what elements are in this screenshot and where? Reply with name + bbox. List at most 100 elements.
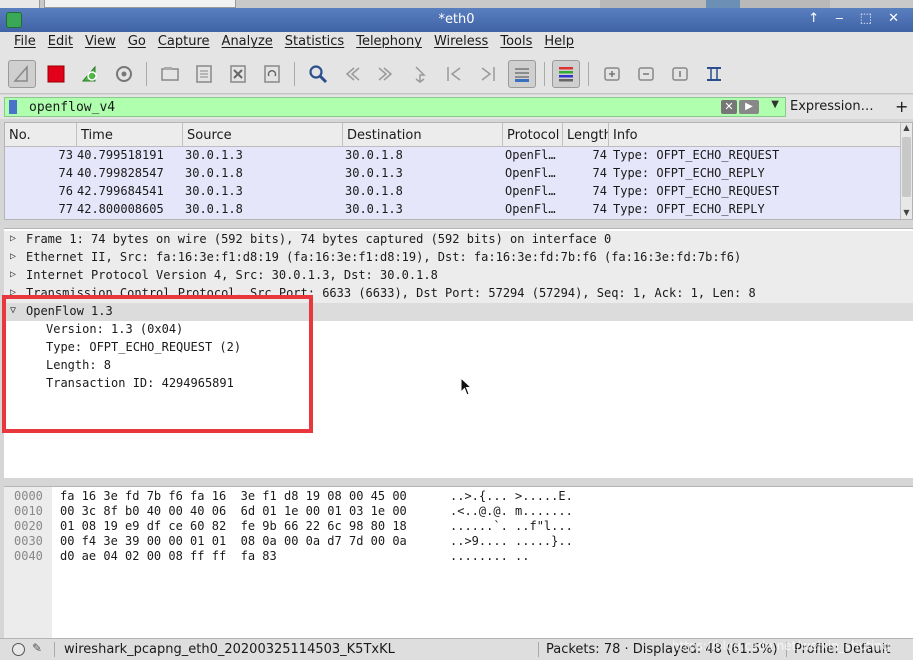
taskbar-window-1[interactable] — [0, 0, 40, 8]
window-controls[interactable]: ↑ ‒ ⬚ ✕ — [808, 11, 905, 26]
expand-arrow-icon[interactable]: ▷ — [10, 251, 16, 262]
add-filter-button[interactable]: + — [895, 97, 908, 116]
taskbar-window-2[interactable] — [44, 0, 236, 8]
menu-analyze[interactable]: Analyze — [216, 32, 279, 54]
column-no[interactable]: No. — [5, 123, 77, 147]
byte-offset: 0010 — [14, 504, 43, 518]
column-protocol[interactable]: Protocol — [503, 123, 563, 147]
restart-capture-icon[interactable] — [76, 60, 104, 88]
menu-view[interactable]: View — [79, 32, 122, 54]
bookmark-icon[interactable] — [9, 100, 17, 114]
tree-item-openflow[interactable]: ▽ OpenFlow 1.3 — [4, 303, 913, 321]
column-length[interactable]: Length — [563, 123, 609, 147]
close-file-icon[interactable] — [224, 60, 252, 88]
reload-file-icon[interactable] — [258, 60, 286, 88]
expand-arrow-icon[interactable]: ▷ — [10, 269, 16, 280]
clear-filter-icon[interactable]: ✕ — [721, 100, 737, 114]
byte-ascii[interactable]: ......`. ..f"l... — [450, 519, 573, 534]
menu-capture[interactable]: Capture — [152, 32, 216, 54]
byte-ascii[interactable]: ..>.{... >.....E. — [450, 489, 573, 504]
cell-info: Type: OFPT_ECHO_REQUEST — [613, 148, 780, 162]
byte-hex[interactable]: 00 3c 8f b0 40 00 40 06 6d 01 1e 00 01 0… — [60, 504, 407, 519]
byte-hex[interactable]: 01 08 19 e9 df ce 60 82 fe 9b 66 22 6c 9… — [60, 519, 407, 534]
apply-filter-icon[interactable]: ▶ — [739, 100, 759, 114]
normal-size-icon[interactable] — [666, 60, 694, 88]
cell-no: 77 — [58, 202, 73, 216]
field-transaction-id[interactable]: Transaction ID: 4294965891 — [46, 376, 234, 394]
colorize-icon[interactable] — [552, 60, 580, 88]
go-last-icon[interactable] — [474, 60, 502, 88]
field-length[interactable]: Length: 8 — [46, 358, 111, 376]
field-version[interactable]: Version: 1.3 (0x04) — [46, 322, 183, 340]
byte-ascii[interactable]: ........ .. — [450, 549, 529, 564]
byte-hex[interactable]: 00 f4 3e 39 00 00 01 01 08 0a 00 0a d7 7… — [60, 534, 407, 549]
table-row[interactable]: 74 40.799828547 30.0.1.8 30.0.1.3 OpenFl… — [5, 165, 902, 183]
go-to-packet-icon[interactable] — [406, 60, 434, 88]
save-file-icon[interactable] — [190, 60, 218, 88]
column-time[interactable]: Time — [77, 123, 183, 147]
tree-item-ethernet[interactable]: ▷ Ethernet II, Src: fa:16:3e:f1:d8:19 (f… — [4, 249, 913, 267]
menu-telephony[interactable]: Telephony — [350, 32, 428, 54]
capture-file-name: wireshark_pcapng_eth0_20200325114503_K5T… — [64, 642, 395, 657]
main-toolbar — [0, 54, 913, 94]
menu-edit[interactable]: Edit — [42, 32, 79, 54]
byte-hex[interactable]: d0 ae 04 02 00 08 ff ff fa 83 — [60, 549, 277, 564]
byte-ascii[interactable]: ..>9.... .....}.. — [450, 534, 573, 549]
capture-options-icon[interactable] — [110, 60, 138, 88]
taskbar-active-window[interactable] — [706, 0, 740, 8]
cell-length: 74 — [592, 148, 607, 162]
menu-statistics[interactable]: Statistics — [279, 32, 350, 54]
table-row[interactable]: 73 40.799518191 30.0.1.3 30.0.1.8 OpenFl… — [5, 147, 902, 165]
menu-file[interactable]: File — [8, 32, 42, 54]
column-destination[interactable]: Destination — [343, 123, 503, 147]
window-title: *eth0 — [438, 12, 475, 27]
resize-columns-icon[interactable] — [700, 60, 728, 88]
tree-item-tcp[interactable]: ▷ Transmission Control Protocol, Src Por… — [4, 285, 913, 303]
go-back-icon[interactable] — [338, 60, 366, 88]
go-forward-icon[interactable] — [372, 60, 400, 88]
expand-arrow-icon[interactable]: ▷ — [10, 233, 16, 244]
cell-source: 30.0.1.3 — [185, 184, 243, 198]
open-file-icon[interactable] — [156, 60, 184, 88]
table-row[interactable]: 77 42.800008605 30.0.1.8 30.0.1.3 OpenFl… — [5, 201, 902, 219]
scroll-thumb[interactable] — [902, 137, 911, 197]
field-type[interactable]: Type: OFPT_ECHO_REQUEST (2) — [46, 340, 241, 358]
cell-info: Type: OFPT_ECHO_REQUEST — [613, 184, 780, 198]
tree-item-frame[interactable]: ▷ Frame 1: 74 bytes on wire (592 bits), … — [4, 231, 913, 249]
byte-hex[interactable]: fa 16 3e fd 7b f6 fa 16 3e f1 d8 19 08 0… — [60, 489, 407, 504]
find-packet-icon[interactable] — [304, 60, 332, 88]
shark-fin-start-icon[interactable] — [8, 60, 36, 88]
scroll-down-icon[interactable]: ▼ — [901, 208, 912, 219]
expression-button[interactable]: Expression… — [790, 99, 874, 114]
go-first-icon[interactable] — [440, 60, 468, 88]
zoom-in-icon[interactable] — [598, 60, 626, 88]
column-info[interactable]: Info — [609, 123, 902, 147]
expand-arrow-icon[interactable]: ▷ — [10, 287, 16, 298]
tree-item-label: Internet Protocol Version 4, Src: 30.0.1… — [26, 268, 438, 282]
chevron-down-icon[interactable]: ▼ — [771, 99, 779, 110]
packet-list-scrollbar[interactable]: ▲ ▼ — [900, 123, 912, 219]
menu-help[interactable]: Help — [538, 32, 580, 54]
table-row[interactable]: 76 42.799684541 30.0.1.3 30.0.1.8 OpenFl… — [5, 183, 902, 201]
tree-item-ip[interactable]: ▷ Internet Protocol Version 4, Src: 30.0… — [4, 267, 913, 285]
cell-length: 74 — [592, 202, 607, 216]
expert-info-icon[interactable] — [12, 643, 25, 656]
stop-capture-icon[interactable] — [42, 60, 70, 88]
edit-comment-icon[interactable]: ✎ — [32, 641, 42, 655]
collapse-arrow-icon[interactable]: ▽ — [10, 305, 16, 316]
cell-info: Type: OFPT_ECHO_REPLY — [613, 166, 765, 180]
display-filter-bar: openflow_v4 ✕ ▶ ▼ Expression… + — [0, 95, 913, 119]
menu-go[interactable]: Go — [122, 32, 152, 54]
byte-ascii[interactable]: .<..@.@. m....... — [450, 504, 573, 519]
cell-time: 40.799518191 — [77, 148, 164, 162]
menu-wireless[interactable]: Wireless — [428, 32, 494, 54]
column-source[interactable]: Source — [183, 123, 343, 147]
cell-protocol: OpenFl… — [505, 202, 556, 216]
menu-tools[interactable]: Tools — [494, 32, 538, 54]
cell-protocol: OpenFl… — [505, 148, 556, 162]
cell-protocol: OpenFl… — [505, 184, 556, 198]
display-filter-input[interactable]: openflow_v4 ✕ ▶ ▼ — [4, 97, 786, 117]
scroll-up-icon[interactable]: ▲ — [901, 123, 912, 134]
autoscroll-icon[interactable] — [508, 60, 536, 88]
zoom-out-icon[interactable] — [632, 60, 660, 88]
